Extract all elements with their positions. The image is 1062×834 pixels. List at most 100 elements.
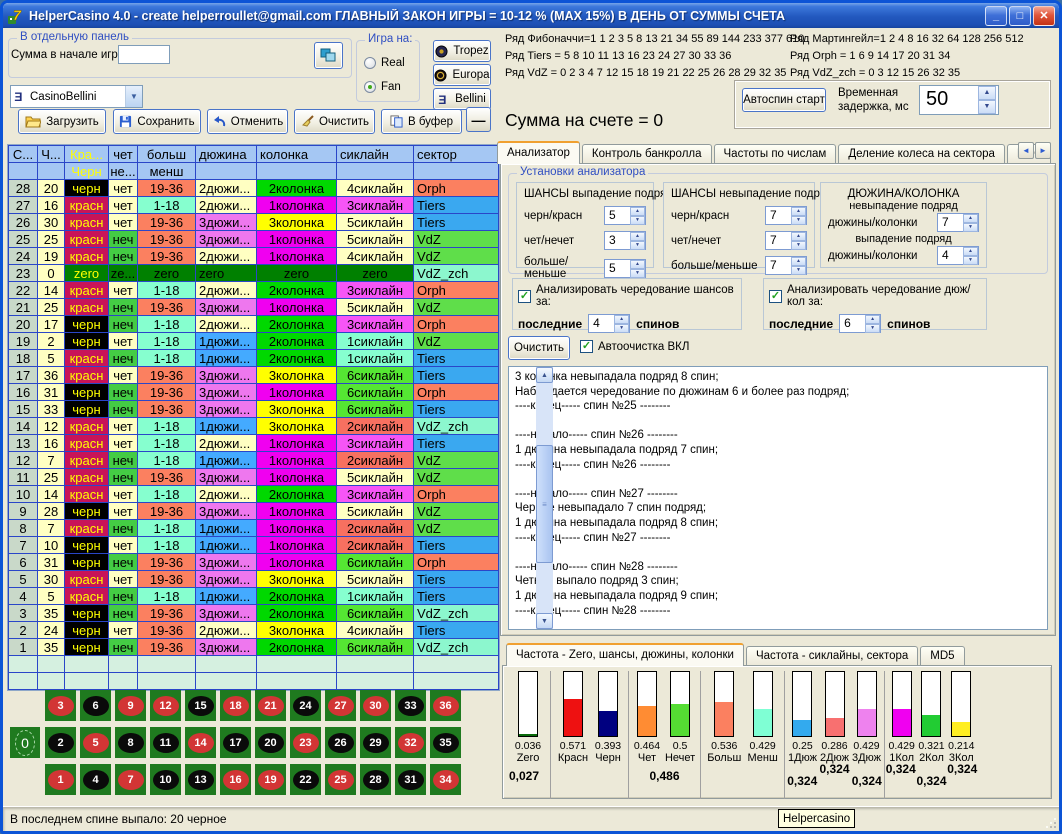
- history-cell-spin5-col9[interactable]: Tiers: [414, 571, 498, 587]
- roulette-number-9[interactable]: 9: [115, 690, 146, 721]
- history-cell-spin19-col7[interactable]: 2колонка: [257, 333, 336, 349]
- history-cell-spin9-col3[interactable]: черн: [65, 503, 108, 519]
- copy-to-clipboard-button[interactable]: В буфер: [381, 109, 462, 134]
- history-cell-spin10-col7[interactable]: 2колонка: [257, 486, 336, 502]
- history-cell-spin15-col8[interactable]: 6сиклайн: [337, 401, 413, 417]
- history-cell-spin10-col1[interactable]: 10: [9, 486, 37, 502]
- history-cell-spin25-col6[interactable]: 3дюжи...: [196, 231, 256, 247]
- history-cell-spin1-col2[interactable]: 35: [38, 639, 64, 655]
- spin-down-icon[interactable]: ▼: [630, 269, 645, 278]
- history-cell-spin12-col7[interactable]: 1колонка: [257, 452, 336, 468]
- history-cell-spin15-col5[interactable]: 19-36: [138, 401, 195, 417]
- roulette-number-16[interactable]: 16: [220, 764, 251, 795]
- black-red-appear-spinner[interactable]: 5▲▼: [604, 206, 646, 225]
- spin-down-icon[interactable]: ▼: [791, 216, 806, 225]
- roulette-number-0[interactable]: 0: [10, 727, 40, 758]
- history-cell-spin7-col7[interactable]: 1колонка: [257, 537, 336, 553]
- history-cell-spin25-col2[interactable]: 25: [38, 231, 64, 247]
- spin-value[interactable]: 7: [766, 207, 791, 224]
- history-cell-spin7-col4[interactable]: чет: [109, 537, 137, 553]
- history-cell-spin8-col1[interactable]: 8: [9, 520, 37, 536]
- history-cell-spin24-col1[interactable]: 24: [9, 248, 37, 264]
- history-cell-spin7-col5[interactable]: 1-18: [138, 537, 195, 553]
- analysis-log[interactable]: 3 колонка невыпадала подряд 8 спин; Набл…: [508, 366, 1048, 630]
- history-cell-spin14-col7[interactable]: 3колонка: [257, 418, 336, 434]
- history-cell-spin7-col6[interactable]: 1дюжи...: [196, 537, 256, 553]
- history-cell-spin16-col7[interactable]: 1колонка: [257, 384, 336, 400]
- history-cell-spin12-col4[interactable]: неч: [109, 452, 137, 468]
- history-cell-spin27-col4[interactable]: чет: [109, 197, 137, 213]
- history-cell-spin3-col5[interactable]: 19-36: [138, 605, 195, 621]
- history-cell-spin1-col3[interactable]: черн: [65, 639, 108, 655]
- spin-value[interactable]: 7: [766, 257, 791, 274]
- freq-tab-3[interactable]: MD5: [920, 646, 964, 666]
- history-cell-spin11-col2[interactable]: 25: [38, 469, 64, 485]
- history-cell-spin3-col8[interactable]: 6сиклайн: [337, 605, 413, 621]
- history-cell-spin21-col3[interactable]: красн: [65, 299, 108, 315]
- history-cell-spin3-col9[interactable]: VdZ_zch: [414, 605, 498, 621]
- history-cell-spin12-col8[interactable]: 2сиклайн: [337, 452, 413, 468]
- history-cell-spin1-col6[interactable]: 3дюжи...: [196, 639, 256, 655]
- alt-chances-checkbox[interactable]: ✓ Анализировать чередование шансов за:: [513, 279, 741, 308]
- history-cell-spin5-col8[interactable]: 5сиклайн: [337, 571, 413, 587]
- history-cell-spin14-col2[interactable]: 12: [38, 418, 64, 434]
- history-cell-spin18-col7[interactable]: 2колонка: [257, 350, 336, 366]
- history-cell-spin5-col3[interactable]: красн: [65, 571, 108, 587]
- spin-up-icon[interactable]: ▲: [630, 232, 645, 241]
- history-cell-spin4-col4[interactable]: неч: [109, 588, 137, 604]
- history-cell-spin7-col8[interactable]: 2сиклайн: [337, 537, 413, 553]
- history-cell-spin18-col2[interactable]: 5: [38, 350, 64, 366]
- history-cell-spin4-col7[interactable]: 2колонка: [257, 588, 336, 604]
- history-cell-spin28-col2[interactable]: 20: [38, 180, 64, 196]
- history-cell-spin7-col2[interactable]: 10: [38, 537, 64, 553]
- history-cell-spin19-col4[interactable]: чет: [109, 333, 137, 349]
- history-cell-spin12-col9[interactable]: VdZ: [414, 452, 498, 468]
- history-cell-spin23-col2[interactable]: 0: [38, 265, 64, 281]
- history-cell-spin11-col1[interactable]: 11: [9, 469, 37, 485]
- history-cell-spin17-col9[interactable]: Tiers: [414, 367, 498, 383]
- history-cell-spin11-col8[interactable]: 5сиклайн: [337, 469, 413, 485]
- history-cell-spin23-col1[interactable]: 23: [9, 265, 37, 281]
- history-cell-spin15-col2[interactable]: 33: [38, 401, 64, 417]
- freq-tab-1[interactable]: Частота - Zero, шансы, дюжины, колонки: [506, 643, 744, 666]
- delay-spinner[interactable]: 50 ▲▼: [919, 85, 999, 115]
- dozen-miss-spinner[interactable]: 7▲▼: [937, 213, 979, 232]
- history-cell-spin6-col4[interactable]: неч: [109, 554, 137, 570]
- spin-down-icon[interactable]: ▼: [963, 256, 978, 265]
- history-cell-spin15-col7[interactable]: 3колонка: [257, 401, 336, 417]
- history-cell-spin23-col8[interactable]: zero: [337, 265, 413, 281]
- roulette-number-5[interactable]: 5: [80, 727, 111, 758]
- casino-button-europa[interactable]: Europa: [433, 64, 491, 86]
- history-cell-spin28-col6[interactable]: 2дюжи...: [196, 180, 256, 196]
- high-low-miss-spinner[interactable]: 7▲▼: [765, 256, 807, 275]
- history-cell-spin22-col7[interactable]: 2колонка: [257, 282, 336, 298]
- spin-value[interactable]: 4: [938, 247, 963, 264]
- minimize-button[interactable]: _: [985, 6, 1007, 26]
- history-cell-spin1-col5[interactable]: 19-36: [138, 639, 195, 655]
- history-cell-spin2-col5[interactable]: 19-36: [138, 622, 195, 638]
- history-cell-spin19-col5[interactable]: 1-18: [138, 333, 195, 349]
- history-cell-spin3-col4[interactable]: неч: [109, 605, 137, 621]
- history-cell-spin1-col4[interactable]: неч: [109, 639, 137, 655]
- history-cell-spin26-col6[interactable]: 3дюжи...: [196, 214, 256, 230]
- history-cell-spin16-col3[interactable]: черн: [65, 384, 108, 400]
- load-button[interactable]: Загрузить: [18, 109, 106, 134]
- titlebar[interactable]: 7 HelperCasino 4.0 - create helperroulle…: [3, 3, 1059, 28]
- main-tab-3[interactable]: Частоты по числам: [714, 144, 837, 164]
- dozen-appear-spinner[interactable]: 4▲▼: [937, 246, 979, 265]
- history-cell-spin11-col5[interactable]: 19-36: [138, 469, 195, 485]
- history-cell-spin9-col4[interactable]: чет: [109, 503, 137, 519]
- history-cell-spin11-col3[interactable]: красн: [65, 469, 108, 485]
- history-table[interactable]: С...Ч...Кра...четбольшдюжинаколонкасикла…: [8, 145, 499, 690]
- history-cell-spin5-col5[interactable]: 19-36: [138, 571, 195, 587]
- history-cell-spin13-col4[interactable]: чет: [109, 435, 137, 451]
- spin-value[interactable]: 4: [589, 315, 614, 332]
- history-cell-spin27-col7[interactable]: 1колонка: [257, 197, 336, 213]
- history-cell-spin10-col2[interactable]: 14: [38, 486, 64, 502]
- log-scrollbar[interactable]: ▲ ≡ ▼: [536, 367, 553, 629]
- roulette-number-26[interactable]: 26: [325, 727, 356, 758]
- history-cell-spin15-col4[interactable]: неч: [109, 401, 137, 417]
- alt-dozen-checkbox[interactable]: ✓ Анализировать чередование дюж/кол за:: [764, 279, 986, 308]
- roulette-number-14[interactable]: 14: [185, 727, 216, 758]
- roulette-number-22[interactable]: 22: [290, 764, 321, 795]
